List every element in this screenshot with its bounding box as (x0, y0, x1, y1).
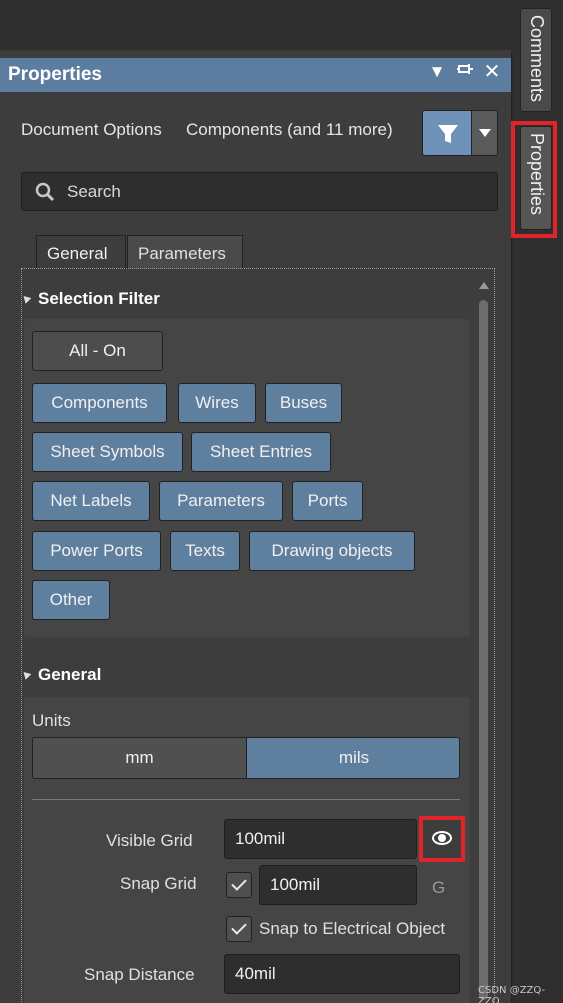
search-icon (35, 182, 55, 202)
search-placeholder: Search (67, 182, 121, 201)
tab-parameters[interactable]: Parameters (127, 235, 243, 269)
filter-power-ports-button[interactable]: Power Ports (32, 531, 161, 571)
selection-summary: Components (and 11 more) (186, 120, 393, 139)
filter-sheet-symbols-button[interactable]: Sheet Symbols (32, 432, 183, 472)
all-on-button[interactable]: All - On (32, 331, 163, 371)
snap-distance-label: Snap Distance (84, 965, 195, 984)
checkmark-icon (231, 919, 247, 935)
dropdown-arrow-icon (479, 129, 491, 137)
snap-electrical-label: Snap to Electrical Object (259, 919, 446, 938)
units-label: Units (32, 711, 71, 730)
filter-buses-button[interactable]: Buses (265, 383, 342, 423)
pin-icon[interactable] (454, 61, 476, 84)
panel-title: Properties (8, 64, 102, 85)
filter-dropdown-button[interactable] (472, 110, 498, 156)
filter-icon (438, 125, 458, 143)
filter-ports-button[interactable]: Ports (292, 481, 363, 521)
snap-distance-input[interactable]: 40mil (224, 954, 460, 994)
eye-pupil (438, 834, 446, 842)
general-heading-label: General (38, 665, 102, 684)
scroll-up-icon[interactable] (479, 282, 489, 289)
vertical-scrollbar[interactable] (477, 276, 491, 1003)
units-mils-option[interactable]: mils (247, 738, 459, 778)
filter-drawing-objects-button[interactable]: Drawing objects (249, 531, 415, 571)
selection-filter-heading-label: Selection Filter (38, 289, 160, 308)
search-input[interactable]: Search (21, 172, 498, 211)
properties-tab-highlight (511, 121, 557, 238)
units-mm-option[interactable]: mm (33, 738, 247, 778)
filter-components-button[interactable]: Components (32, 383, 167, 423)
filter-net-labels-button[interactable]: Net Labels (32, 481, 150, 521)
selection-filter-heading[interactable]: Selection Filter (20, 289, 160, 309)
general-heading[interactable]: General (20, 665, 102, 685)
general-group: Units mm mils Visible Grid 100mil Snap G… (24, 697, 470, 1003)
filter-parameters-button[interactable]: Parameters (159, 481, 283, 521)
visible-grid-input[interactable]: 100mil (224, 819, 417, 859)
side-tab-comments[interactable]: Comments (520, 8, 552, 112)
document-options-label[interactable]: Document Options (21, 120, 162, 140)
snap-electrical-checkbox[interactable] (226, 916, 252, 942)
close-icon[interactable]: ✕ (481, 59, 503, 84)
snap-grid-label: Snap Grid (120, 874, 197, 893)
filter-texts-button[interactable]: Texts (170, 531, 240, 571)
filter-other-button[interactable]: Other (32, 580, 110, 620)
general-divider (32, 799, 460, 800)
filter-wires-button[interactable]: Wires (178, 383, 256, 423)
visible-grid-toggle-button[interactable] (419, 816, 465, 862)
panel-titlebar[interactable]: Properties ▼ ✕ (0, 58, 511, 92)
top-strip (0, 0, 563, 52)
filter-sheet-entries-button[interactable]: Sheet Entries (191, 432, 331, 472)
scrollbar-thumb[interactable] (479, 300, 488, 1000)
visible-grid-label: Visible Grid (106, 831, 193, 850)
document-options-row: Document Options Components (and 11 more… (0, 108, 511, 158)
selection-filter-group: All - On Components Wires Buses Sheet Sy… (24, 319, 470, 637)
snap-grid-input[interactable]: 100mil (259, 865, 417, 905)
checkmark-icon (231, 875, 247, 891)
panel-menu-icon[interactable]: ▼ (426, 62, 448, 82)
snap-grid-checkbox[interactable] (226, 872, 252, 898)
watermark: CSDN @ZZQ-ZZQ (478, 985, 546, 1003)
collapse-triangle-icon[interactable] (20, 669, 32, 680)
collapse-triangle-icon[interactable] (20, 293, 32, 304)
units-toggle: mm mils (32, 737, 460, 779)
tab-general[interactable]: General (36, 235, 126, 269)
snap-grid-shortcut: G (432, 878, 446, 897)
side-tab-comments-label: Comments (527, 15, 547, 103)
filter-button[interactable] (422, 110, 472, 156)
